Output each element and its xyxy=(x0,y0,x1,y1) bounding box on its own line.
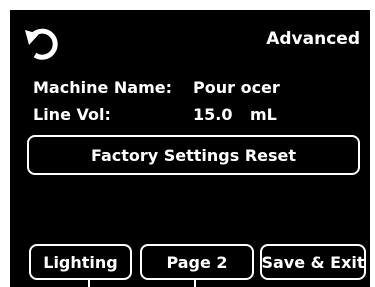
machine-name-value[interactable]: Pour ocer xyxy=(193,78,280,97)
page-2-button[interactable]: Page 2 xyxy=(140,244,254,280)
rotate-left-icon xyxy=(25,28,58,60)
factory-settings-reset-button[interactable]: Factory Settings Reset xyxy=(27,135,360,175)
back-button[interactable] xyxy=(23,25,61,63)
advanced-button[interactable]: Advanced xyxy=(266,29,360,49)
line-vol-value[interactable]: 15.0 xyxy=(193,105,232,124)
line-vol-label: Line Vol: xyxy=(33,105,111,124)
lighting-button[interactable]: Lighting xyxy=(29,244,132,280)
save-exit-label: Save & Exit xyxy=(261,252,365,272)
device-screen: Advanced Machine Name: Pour ocer Line Vo… xyxy=(10,10,370,287)
page-2-label: Page 2 xyxy=(166,252,228,272)
lighting-label: Lighting xyxy=(43,252,118,272)
factory-settings-reset-label: Factory Settings Reset xyxy=(90,145,297,165)
machine-name-label: Machine Name: xyxy=(33,78,172,97)
callout-line xyxy=(88,278,90,287)
line-vol-unit: mL xyxy=(250,105,277,124)
save-exit-button[interactable]: Save & Exit xyxy=(260,244,366,280)
callout-line xyxy=(194,278,196,287)
